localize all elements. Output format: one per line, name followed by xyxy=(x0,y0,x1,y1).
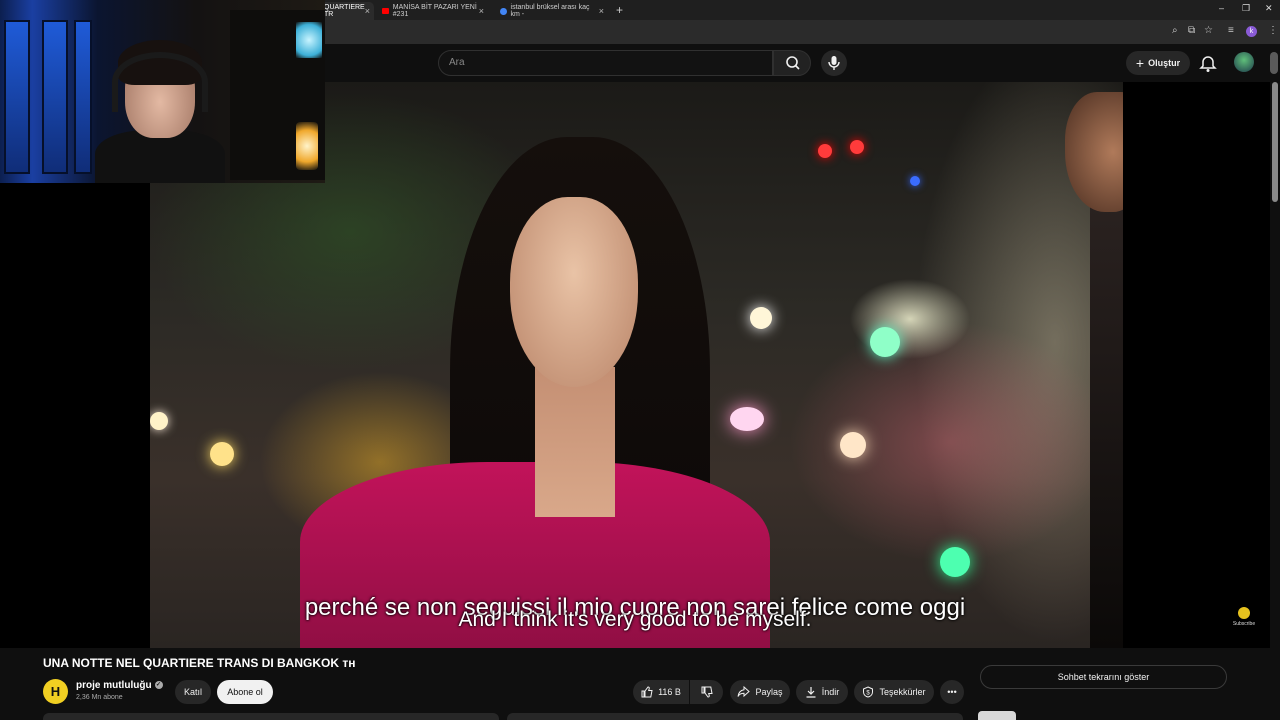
show-chat-replay-button[interactable]: Sohbet tekrarını göster xyxy=(980,665,1227,689)
channel-logo-icon xyxy=(1238,607,1250,619)
chat-replay-label: Sohbet tekrarını göster xyxy=(1057,672,1150,682)
share-button[interactable]: Paylaş xyxy=(730,680,790,704)
webcam-window-light xyxy=(74,20,92,174)
google-favicon-icon xyxy=(500,7,507,15)
download-label: İndir xyxy=(821,687,840,697)
thumbs-up-icon xyxy=(641,686,653,698)
tab-label: MANİSA BİT PAZARI YENİ #231 xyxy=(392,4,477,18)
bookmark-star-icon[interactable]: ☆ xyxy=(1204,25,1213,36)
bokeh-light xyxy=(750,307,772,329)
scrollbar-track[interactable] xyxy=(1270,52,1278,74)
minimize-icon[interactable]: – xyxy=(1219,3,1224,13)
bokeh-light xyxy=(840,432,866,458)
join-button[interactable]: Katıl xyxy=(175,680,211,704)
webcam-lamp xyxy=(296,122,318,170)
tab-google-search[interactable]: istanbul brüksel arası kaç km - × xyxy=(494,2,610,20)
watermark-label: Subscribe xyxy=(1232,621,1256,627)
more-dots-icon: ••• xyxy=(947,687,957,697)
svg-text:$: $ xyxy=(867,691,871,697)
voice-search-button[interactable] xyxy=(821,50,847,76)
microphone-icon xyxy=(828,56,840,70)
tab-manisa[interactable]: MANİSA BİT PAZARI YENİ #231 × xyxy=(376,2,490,20)
scrollbar-thumb[interactable] xyxy=(1272,82,1278,202)
webcam-neon-art xyxy=(296,22,322,58)
browser-profile-avatar[interactable]: k xyxy=(1246,26,1257,37)
person-neck xyxy=(535,367,615,517)
share-label: Paylaş xyxy=(755,687,783,697)
thumbs-down-icon xyxy=(701,686,713,698)
like-button[interactable]: 116 B xyxy=(633,680,689,704)
webcam-window-light xyxy=(42,20,68,174)
more-actions-button[interactable]: ••• xyxy=(940,680,964,704)
tab-close-icon[interactable]: × xyxy=(479,6,484,16)
search-button[interactable] xyxy=(773,50,811,76)
person-background-face xyxy=(1065,92,1123,212)
channel-avatar[interactable]: H xyxy=(43,679,68,704)
bokeh-light xyxy=(940,547,970,577)
thanks-button[interactable]: $ Teşekkürler xyxy=(854,680,934,704)
headset-icon xyxy=(112,52,208,112)
create-button[interactable]: + Oluştur xyxy=(1126,51,1190,75)
new-tab-icon[interactable]: + xyxy=(616,3,623,17)
share-arrow-icon xyxy=(737,686,751,698)
tab-label: istanbul brüksel arası kaç km - xyxy=(510,4,590,18)
window-close-icon[interactable]: ✕ xyxy=(1265,3,1273,14)
bokeh-light xyxy=(910,176,920,186)
webcam-window-light xyxy=(4,20,30,174)
video-title: UNA NOTTE NEL QUARTIERE TRANS DI BANGKOK… xyxy=(43,656,356,670)
account-avatar[interactable] xyxy=(1234,52,1254,72)
search-input[interactable]: Ara xyxy=(438,50,773,76)
reading-list-icon[interactable]: ≡ xyxy=(1228,25,1234,36)
notifications-bell-icon[interactable] xyxy=(1198,54,1218,74)
dislike-button[interactable] xyxy=(690,680,723,704)
like-count: 116 B xyxy=(658,687,681,697)
thanks-label: Teşekkürler xyxy=(879,687,926,697)
search-icon xyxy=(786,56,800,70)
cast-icon[interactable]: ⧉ xyxy=(1188,25,1195,36)
zoom-icon[interactable]: ⌕ xyxy=(1172,25,1178,36)
filter-chip[interactable] xyxy=(978,711,1016,720)
bokeh-light xyxy=(730,407,764,431)
comments-box[interactable] xyxy=(507,713,963,720)
person-background-body xyxy=(1090,202,1123,648)
tab-label: QUARTIERE TR xyxy=(324,4,365,18)
youtube-favicon-icon xyxy=(382,8,389,14)
browser-menu-icon[interactable]: ⋮ xyxy=(1268,25,1278,36)
description-box[interactable] xyxy=(43,713,499,720)
super-thanks-icon: $ xyxy=(863,686,874,698)
bokeh-light xyxy=(210,442,234,466)
download-button[interactable]: İndir xyxy=(796,680,848,704)
bokeh-light xyxy=(150,412,168,430)
subscriber-count: 2,36 Mn abone xyxy=(76,694,123,701)
create-label: Oluştur xyxy=(1148,58,1181,68)
caption-english: And I think it's very good to be myself. xyxy=(458,608,812,631)
subscribe-watermark[interactable]: Subscribe xyxy=(1232,607,1256,627)
bokeh-light xyxy=(818,144,832,158)
subscribe-label: Abone ol xyxy=(227,687,263,697)
tab-close-icon[interactable]: × xyxy=(365,6,370,16)
bokeh-light xyxy=(870,327,900,357)
channel-name[interactable]: proje mutluluğu ✓ xyxy=(76,680,163,691)
webcam-overlay xyxy=(0,0,325,183)
verified-check-icon: ✓ xyxy=(154,681,163,690)
restore-icon[interactable]: ❐ xyxy=(1242,3,1250,14)
download-icon xyxy=(806,687,816,698)
channel-name-label: proje mutluluğu xyxy=(76,680,152,691)
tab-video[interactable]: QUARTIERE TR × xyxy=(318,2,374,20)
join-label: Katıl xyxy=(183,687,202,697)
plus-icon: + xyxy=(1135,55,1145,71)
person-face xyxy=(510,197,638,387)
bokeh-light xyxy=(850,140,864,154)
tab-close-icon[interactable]: × xyxy=(599,6,604,16)
subscribe-button[interactable]: Abone ol xyxy=(217,680,273,704)
